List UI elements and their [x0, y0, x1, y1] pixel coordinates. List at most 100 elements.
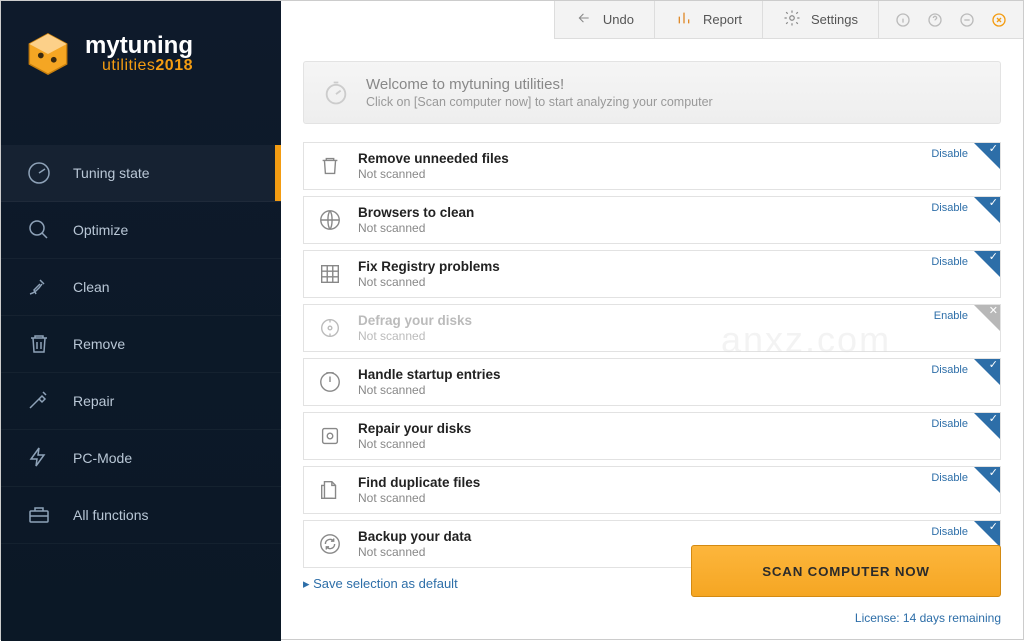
toolbox-icon: [25, 501, 53, 529]
task-text: Find duplicate filesNot scanned: [358, 475, 480, 505]
sidebar-item-repair[interactable]: Repair: [1, 373, 281, 430]
sidebar-item-label: Remove: [73, 336, 125, 352]
task-status: Not scanned: [358, 437, 471, 451]
magnify-icon: [25, 216, 53, 244]
task-icon: [316, 260, 344, 288]
task-text: Browsers to cleanNot scanned: [358, 205, 474, 235]
gauge-icon: [25, 159, 53, 187]
logo: mytuning utilities2018: [1, 1, 281, 97]
task-icon: [316, 206, 344, 234]
task-title: Handle startup entries: [358, 367, 501, 382]
task-icon: [316, 368, 344, 396]
task-corner-badge[interactable]: ✕: [974, 305, 1000, 331]
task-title: Remove unneeded files: [358, 151, 509, 166]
broom-icon: [25, 273, 53, 301]
task-toggle-link[interactable]: Disable: [931, 364, 968, 376]
brand-suite: utilities: [102, 57, 155, 74]
task-corner-badge[interactable]: ✓: [974, 359, 1000, 385]
task-status: Not scanned: [358, 383, 501, 397]
task-status: Not scanned: [358, 329, 472, 343]
task-row[interactable]: Find duplicate filesNot scanned Disable ✓: [303, 466, 1001, 514]
task-title: Find duplicate files: [358, 475, 480, 490]
sidebar-item-remove[interactable]: Remove: [1, 316, 281, 373]
task-icon: [316, 476, 344, 504]
task-text: Defrag your disksNot scanned: [358, 313, 472, 343]
task-row[interactable]: Defrag your disksNot scanned Enable ✕: [303, 304, 1001, 352]
info-button[interactable]: [887, 6, 919, 34]
sidebar-item-label: Clean: [73, 279, 110, 295]
sidebar-item-all-functions[interactable]: All functions: [1, 487, 281, 544]
brand-year: 2018: [155, 57, 193, 74]
task-title: Defrag your disks: [358, 313, 472, 328]
scan-computer-button[interactable]: SCAN COMPUTER NOW: [691, 545, 1001, 597]
trash-icon: [25, 330, 53, 358]
nav: Tuning state Optimize Clean Remove Repair PC-…: [1, 145, 281, 544]
sidebar-item-label: Optimize: [73, 222, 128, 238]
gear-icon: [783, 9, 801, 30]
task-text: Repair your disksNot scanned: [358, 421, 471, 451]
task-row[interactable]: Handle startup entriesNot scanned Disable…: [303, 358, 1001, 406]
task-status: Not scanned: [358, 221, 474, 235]
logo-text: mytuning utilities2018: [85, 33, 193, 75]
task-toggle-link[interactable]: Disable: [931, 418, 968, 430]
report-button[interactable]: Report: [655, 1, 763, 38]
welcome-banner: Welcome to mytuning utilities! Click on …: [303, 61, 1001, 124]
undo-icon: [575, 11, 593, 28]
task-text: Fix Registry problemsNot scanned: [358, 259, 500, 289]
task-corner-badge[interactable]: ✓: [974, 251, 1000, 277]
task-corner-badge[interactable]: ✓: [974, 197, 1000, 223]
sidebar-item-tuning-state[interactable]: Tuning state: [1, 145, 281, 202]
settings-button[interactable]: Settings: [763, 1, 879, 38]
welcome-subtitle: Click on [Scan computer now] to start an…: [366, 95, 713, 109]
task-status: Not scanned: [358, 545, 471, 559]
license-status[interactable]: License: 14 days remaining: [855, 611, 1001, 625]
task-toggle-link[interactable]: Disable: [931, 148, 968, 160]
task-text: Remove unneeded filesNot scanned: [358, 151, 509, 181]
sidebar: mytuning utilities2018 Tuning state Optim…: [1, 1, 281, 641]
report-label: Report: [703, 12, 742, 27]
task-row[interactable]: Browsers to cleanNot scanned Disable ✓: [303, 196, 1001, 244]
task-corner-badge[interactable]: ✓: [974, 467, 1000, 493]
task-title: Browsers to clean: [358, 205, 474, 220]
close-button[interactable]: [983, 6, 1015, 34]
brand-name: mytuning: [85, 32, 193, 59]
task-corner-badge[interactable]: ✓: [974, 143, 1000, 169]
screwdriver-icon: [25, 387, 53, 415]
task-toggle-link[interactable]: Disable: [931, 472, 968, 484]
sidebar-item-clean[interactable]: Clean: [1, 259, 281, 316]
task-toggle-link[interactable]: Disable: [931, 256, 968, 268]
help-button[interactable]: [919, 6, 951, 34]
task-corner-badge[interactable]: ✓: [974, 521, 1000, 547]
sidebar-item-pc-mode[interactable]: PC-Mode: [1, 430, 281, 487]
logo-icon: [25, 31, 71, 77]
task-icon: [316, 422, 344, 450]
undo-button[interactable]: Undo: [555, 1, 655, 38]
task-toggle-link[interactable]: Disable: [931, 202, 968, 214]
welcome-title: Welcome to mytuning utilities!: [366, 76, 713, 93]
task-title: Backup your data: [358, 529, 471, 544]
task-title: Repair your disks: [358, 421, 471, 436]
stopwatch-icon: [322, 79, 350, 107]
report-icon: [675, 10, 693, 29]
task-row[interactable]: Repair your disksNot scanned Disable ✓: [303, 412, 1001, 460]
task-row[interactable]: Fix Registry problemsNot scanned Disable ✓: [303, 250, 1001, 298]
task-status: Not scanned: [358, 491, 480, 505]
task-status: Not scanned: [358, 275, 500, 289]
task-row[interactable]: Remove unneeded filesNot scanned Disable ✓: [303, 142, 1001, 190]
task-toggle-link[interactable]: Disable: [931, 526, 968, 538]
sidebar-item-label: All functions: [73, 507, 148, 523]
task-corner-badge[interactable]: ✓: [974, 413, 1000, 439]
sidebar-item-label: Tuning state: [73, 165, 150, 181]
task-title: Fix Registry problems: [358, 259, 500, 274]
task-icon: [316, 314, 344, 342]
task-icon: [316, 152, 344, 180]
sidebar-item-label: Repair: [73, 393, 114, 409]
task-toggle-link[interactable]: Enable: [934, 310, 968, 322]
sidebar-item-optimize[interactable]: Optimize: [1, 202, 281, 259]
topbar: Undo Report Settings: [554, 1, 1023, 39]
undo-label: Undo: [603, 12, 634, 27]
minimize-button[interactable]: [951, 6, 983, 34]
task-list: Remove unneeded filesNot scannedDisable✓…: [303, 142, 1001, 568]
task-text: Backup your dataNot scanned: [358, 529, 471, 559]
task-status: Not scanned: [358, 167, 509, 181]
